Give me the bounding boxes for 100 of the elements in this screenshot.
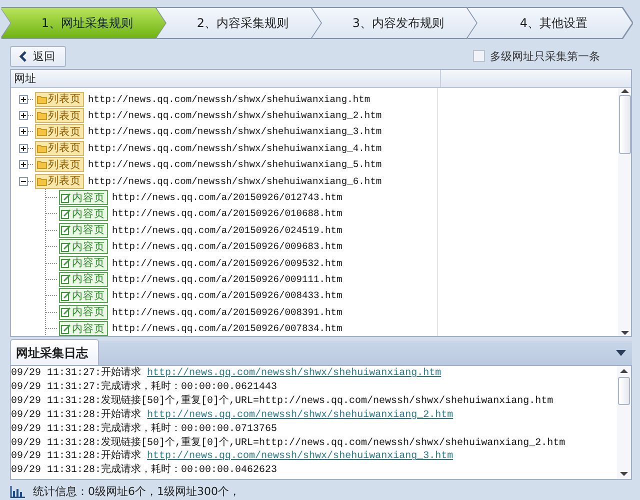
step-tab[interactable]: 1、网址采集规则 — [1, 8, 166, 38]
dropdown-icon[interactable] — [616, 350, 626, 356]
column-header: 网址 — [14, 71, 36, 86]
expand-icon[interactable] — [19, 144, 35, 153]
url-text: http://news.qq.com/newssh/shwx/shehuiwanxiang_6.htm — [88, 176, 382, 187]
expand-icon[interactable] — [19, 111, 35, 120]
tree-line — [45, 271, 59, 288]
url-text: http://news.qq.com/newssh/shwx/shehuiwanxiang_4.htm — [88, 142, 382, 154]
log-text: 09/29 11:31:28:完成请求，耗时：00:00:00.0713765 — [11, 424, 278, 435]
expand-icon[interactable] — [19, 127, 35, 136]
tree-line — [45, 304, 59, 321]
edit-icon — [61, 208, 71, 219]
url-text: http://news.qq.com/newssh/shwx/shehuiwanxiang.htm — [88, 94, 370, 105]
tree-line — [45, 320, 59, 336]
log-link[interactable]: http://news.qq.com/newssh/shwx/shehuiwanxiang_3.htm — [147, 451, 454, 462]
checkbox[interactable] — [473, 50, 485, 62]
tree-item[interactable]: 内容页 http://news.qq.com/a/20150926/024519.htm — [11, 222, 437, 239]
scroll-thumb[interactable] — [619, 95, 631, 154]
url-text: http://news.qq.com/a/20150926/009683.htm — [112, 241, 342, 252]
scroll-thumb[interactable] — [618, 377, 630, 405]
log-text: 09/29 11:31:27:开始请求 — [11, 368, 142, 379]
expand-icon[interactable] — [19, 160, 35, 170]
tree-item[interactable]: 内容页 http://news.qq.com/a/20150926/007834.htm — [11, 320, 437, 336]
tree-item[interactable]: 内容页 http://news.qq.com/a/20150926/009683.htm — [11, 238, 437, 255]
tree-line — [45, 205, 59, 222]
tree-item[interactable]: 内容页 http://news.qq.com/a/20150926/008391.htm — [11, 304, 437, 320]
edit-icon — [61, 307, 71, 318]
content-page-tag: 内容页 — [59, 222, 108, 238]
log-text: 09/29 11:31:28:发现链接[50]个,重复[0]个,URL=http://news.qq.com/newssh/shwx/shehuiwanxiang.htm — [11, 396, 554, 407]
content-page-tag: 内容页 — [59, 190, 108, 206]
expand-icon[interactable] — [19, 94, 35, 104]
list-page-tag: 列表页 — [35, 124, 84, 140]
tree-item[interactable]: 列表页 http://news.qq.com/newssh/shwx/shehuiwanxiang.htm — [11, 91, 437, 108]
tree-item[interactable]: 内容页 http://news.qq.com/a/20150926/012743.htm — [11, 189, 437, 206]
log-text: 09/29 11:31:28:开始请求 — [11, 451, 142, 462]
tree-line — [45, 189, 59, 206]
content-page-tag: 内容页 — [59, 256, 108, 271]
url-text: http://news.qq.com/a/20150926/009111.htm — [112, 274, 342, 285]
url-text: http://news.qq.com/a/20150926/008391.htm — [112, 306, 342, 318]
list-page-tag: 列表页 — [35, 174, 84, 189]
edit-icon — [61, 225, 71, 236]
log-link[interactable]: http://news.qq.com/newssh/shwx/shehuiwanxiang_2.htm — [147, 410, 454, 421]
tree-item[interactable]: 列表页 http://news.qq.com/newssh/shwx/shehuiwanxiang_4.htm — [11, 140, 437, 157]
scrollbar[interactable] — [618, 88, 631, 336]
edit-icon — [61, 242, 71, 252]
scroll-down-icon[interactable] — [620, 330, 628, 336]
list-page-tag: 列表页 — [35, 108, 84, 124]
bar-chart-icon — [10, 486, 25, 498]
content-page-tag: 内容页 — [59, 206, 108, 222]
tree-line — [45, 287, 59, 304]
list-page-tag: 列表页 — [35, 157, 84, 172]
edit-icon — [61, 324, 71, 334]
content-page-tag: 内容页 — [59, 321, 108, 336]
log-tab[interactable]: 网址采集日志 — [10, 339, 99, 365]
log-text: 09/29 11:31:27:完成请求，耗时：00:00:00.0621443 — [11, 382, 278, 393]
edit-icon — [61, 258, 71, 268]
tree-item[interactable]: 内容页 http://news.qq.com/a/20150926/009532.htm — [11, 254, 437, 272]
content-page-tag: 内容页 — [59, 304, 108, 320]
tree-item[interactable]: 列表页 http://news.qq.com/newssh/shwx/shehuiwanxiang_2.htm — [11, 107, 437, 124]
log-text: 09/29 11:31:28:开始请求 — [11, 410, 142, 421]
scrollbar[interactable] — [617, 366, 631, 479]
scroll-down-icon[interactable] — [620, 471, 628, 477]
tree-item[interactable]: 内容页 http://news.qq.com/a/20150926/008433.htm — [11, 288, 437, 304]
step-tab[interactable]: 2、内容采集规则 — [156, 8, 321, 38]
url-text: http://news.qq.com/newssh/shwx/shehuiwanxiang_5.htm — [88, 159, 382, 170]
collapse-icon[interactable] — [19, 176, 35, 186]
url-text: http://news.qq.com/a/20150926/007834.htm — [112, 323, 342, 334]
tree-line — [45, 254, 59, 272]
tree-item[interactable]: 内容页 http://news.qq.com/a/20150926/009111.htm — [11, 271, 437, 288]
url-text: http://news.qq.com/a/20150926/010688.htm — [112, 208, 342, 220]
chevron-left-icon — [19, 50, 27, 62]
url-text: http://news.qq.com/a/20150926/008433.htm — [112, 290, 342, 302]
edit-icon — [61, 290, 71, 301]
tree-line — [45, 238, 59, 256]
content-page-tag: 内容页 — [59, 239, 108, 254]
url-text: http://news.qq.com/a/20150926/009532.htm — [112, 258, 342, 269]
list-page-tag: 列表页 — [35, 92, 84, 107]
edit-icon — [61, 274, 71, 284]
log-text: 09/29 11:31:28:发现链接[50]个,重复[0]个,URL=http://news.qq.com/newssh/shwx/shehuiwanxiang_2.htm — [11, 438, 566, 449]
url-text: http://news.qq.com/newssh/shwx/shehuiwanxiang_3.htm — [88, 126, 382, 138]
scroll-up-icon[interactable] — [620, 368, 628, 374]
step-tab[interactable]: 3、内容发布规则 — [312, 8, 476, 38]
list-page-tag: 列表页 — [35, 140, 84, 156]
content-page-tag: 内容页 — [59, 272, 108, 287]
step-tab[interactable]: 4、其他设置 — [468, 8, 632, 38]
url-text: http://news.qq.com/a/20150926/012743.htm — [112, 192, 342, 204]
tree-item[interactable]: 内容页 http://news.qq.com/a/20150926/010688.htm — [11, 206, 437, 222]
tree-item[interactable]: 列表页 http://news.qq.com/newssh/shwx/shehuiwanxiang_3.htm — [11, 124, 437, 140]
tree-line — [45, 222, 59, 239]
back-button[interactable]: 返回 — [10, 46, 66, 66]
tree-item[interactable]: 列表页 http://news.qq.com/newssh/shwx/shehuiwanxiang_5.htm — [11, 156, 437, 173]
url-text: http://news.qq.com/a/20150926/024519.htm — [112, 224, 342, 236]
tree-item[interactable]: 列表页 http://news.qq.com/newssh/shwx/shehuiwanxiang_6.htm — [11, 172, 437, 190]
content-page-tag: 内容页 — [59, 288, 108, 304]
edit-icon — [61, 192, 71, 203]
checkbox-label: 多级网址只采集第一条 — [490, 48, 600, 64]
log-link[interactable]: http://news.qq.com/newssh/shwx/shehuiwanxiang.htm — [147, 368, 442, 379]
log-text: 09/29 11:31:28:完成请求，耗时：00:00:00.0462623 — [11, 465, 278, 476]
url-text: http://news.qq.com/newssh/shwx/shehuiwanxiang_2.htm — [88, 110, 382, 122]
status-text: 统计信息：0级网址6个，1级网址300个， — [33, 484, 240, 499]
